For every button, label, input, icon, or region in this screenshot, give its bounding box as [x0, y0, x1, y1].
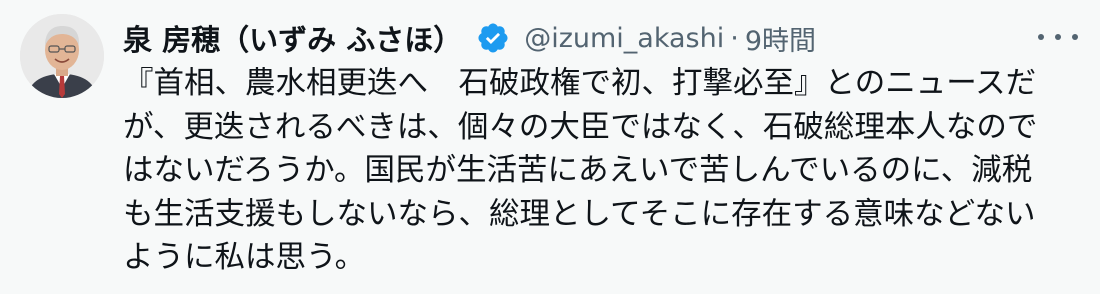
avatar[interactable]	[20, 14, 104, 98]
verified-badge-icon	[476, 21, 510, 55]
tweet-text-line: が、更迭されるべきは、個々の大臣ではなく、石破総理本人なので	[123, 109, 1038, 145]
tweet-text-line: も生活支援もしないなら、総理としてそこに存在する意味などない	[123, 196, 1036, 232]
tweet-card[interactable]: 泉 房穂（いずみ ふさほ） @izumi_akashi · 9時間 『首相、農水…	[0, 0, 1100, 294]
more-dot	[1055, 34, 1061, 40]
author-handle[interactable]: @izumi_akashi	[524, 23, 724, 54]
more-dot	[1072, 34, 1078, 40]
more-options-icon[interactable]	[1038, 26, 1078, 48]
tweet-text-line: はないだろうか。国民が生活苦にあえいで苦しんでいるのに、減税	[123, 153, 1033, 188]
more-dot	[1038, 34, 1044, 40]
tweet-text: 『首相、農水相更迭へ 石破政権で初、打撃必至』とのニュースだ が、更迭されるべき…	[123, 62, 1085, 280]
avatar-photo-icon	[20, 14, 104, 98]
tweet-text-line: ように私は思う。	[123, 240, 366, 275]
tweet-header: 泉 房穂（いずみ ふさほ） @izumi_akashi · 9時間	[123, 14, 816, 62]
tweet-text-line: 『首相、農水相更迭へ 石破政権で初、打撃必至』とのニュースだ	[123, 66, 1037, 101]
tweet-timestamp[interactable]: 9時間	[745, 19, 816, 58]
author-display-name[interactable]: 泉 房穂（いずみ ふさほ）	[123, 17, 462, 59]
header-separator: ·	[730, 22, 739, 54]
